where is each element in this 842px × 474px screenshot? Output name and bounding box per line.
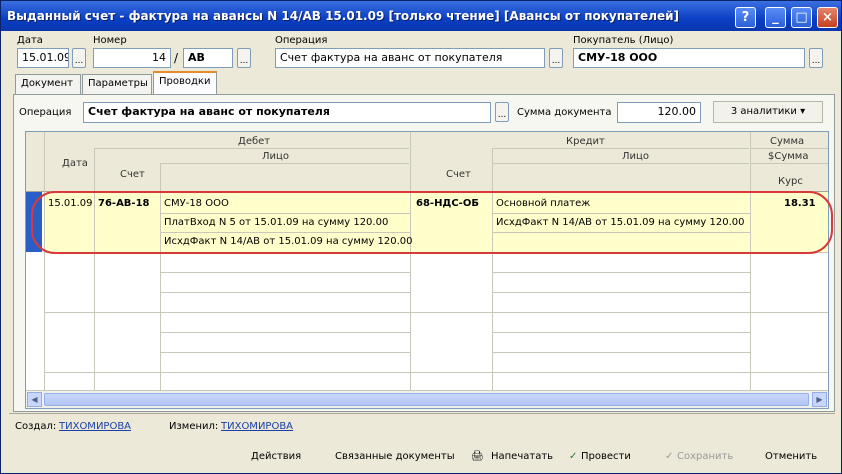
changed-label: Изменил:	[169, 421, 219, 432]
linked-documents-button[interactable]: Связанные документы	[335, 447, 455, 469]
doc-sum-field: 120.00	[617, 102, 701, 123]
buyer-picker-button[interactable]: ...	[809, 48, 823, 68]
tab-document[interactable]: Документ	[15, 74, 81, 94]
date-label: Дата	[17, 35, 43, 46]
changed-by-link[interactable]: ТИХОМИРОВА	[221, 421, 293, 432]
window-title: Выданный счет - фактура на авансы N 14/А…	[7, 9, 680, 23]
scrollbar-thumb[interactable]	[44, 393, 809, 406]
save-check-icon: ✓	[665, 451, 674, 462]
row-line	[160, 332, 410, 333]
number-picker-button[interactable]: ...	[237, 48, 251, 68]
entries-operation-picker-button[interactable]: ...	[495, 102, 509, 122]
actions-button[interactable]: Действия	[251, 447, 301, 469]
row-line	[492, 332, 750, 333]
number-suffix-field[interactable]: АВ	[183, 48, 233, 68]
col-debit-person-header: Лицо	[262, 151, 289, 162]
row-line	[492, 292, 750, 293]
save-button[interactable]: Сохранить	[677, 447, 733, 469]
tab-parameters[interactable]: Параметры	[82, 74, 152, 94]
row-line	[492, 272, 750, 273]
entries-grid[interactable]: Дата Дебет Счет Лицо Кредит Счет Лицо Су…	[25, 131, 829, 409]
col-credit-person-header: Лицо	[622, 151, 649, 162]
col-date-header: Дата	[62, 158, 88, 169]
grid-header	[26, 132, 828, 192]
number-label: Номер	[93, 35, 127, 46]
document-window: Выданный счет - фактура на авансы N 14/А…	[0, 0, 842, 474]
buyer-label: Покупатель (Лицо)	[573, 35, 674, 46]
footer-separator	[9, 413, 835, 414]
scroll-right-arrow-icon[interactable]: ▶	[812, 392, 827, 407]
maximize-button[interactable]: □	[791, 7, 812, 28]
col-debit-account-header: Счет	[120, 169, 145, 180]
doc-sum-label: Сумма документа	[517, 107, 612, 118]
row-line	[160, 352, 410, 353]
col-rate-header: Курс	[778, 176, 803, 187]
number-field[interactable]: 14	[93, 48, 171, 68]
col-divider	[750, 132, 751, 390]
post-button[interactable]: Провести	[581, 447, 631, 469]
close-button[interactable]: ×	[817, 7, 838, 28]
row-line	[44, 372, 828, 373]
row-line	[44, 312, 828, 313]
created-by-link[interactable]: ТИХОМИРОВА	[59, 421, 131, 432]
row-line	[160, 272, 410, 273]
row-line	[160, 292, 410, 293]
header-divider	[492, 148, 749, 149]
entries-operation-label: Операция	[19, 107, 72, 118]
title-bar[interactable]: Выданный счет - фактура на авансы N 14/А…	[1, 1, 841, 31]
date-field[interactable]: 15.01.09	[17, 48, 69, 68]
created-label: Создал:	[15, 421, 57, 432]
check-icon: ✓	[569, 451, 578, 462]
col-sum-currency-header: $Сумма	[768, 151, 809, 162]
col-credit-header: Кредит	[566, 136, 605, 147]
col-debit-header: Дебет	[238, 136, 271, 147]
header-divider	[492, 163, 749, 164]
annotation-oval	[31, 191, 833, 254]
operation-label: Операция	[275, 35, 328, 46]
col-divider	[44, 132, 45, 390]
horizontal-scrollbar[interactable]: ◀ ▶	[26, 390, 828, 408]
buyer-field[interactable]: СМУ-18 ООО	[573, 48, 805, 68]
header-divider	[750, 148, 828, 149]
scroll-left-arrow-icon[interactable]: ◀	[27, 392, 42, 407]
col-divider	[410, 132, 411, 390]
col-sum-header: Сумма	[770, 136, 805, 147]
header-divider	[94, 148, 409, 149]
tab-entries[interactable]: Проводки	[153, 71, 217, 95]
col-credit-account-header: Счет	[446, 169, 471, 180]
col-divider	[94, 148, 95, 390]
cancel-button[interactable]: Отменить	[765, 447, 817, 469]
operation-picker-button[interactable]: ...	[549, 48, 563, 68]
header-divider	[160, 163, 409, 164]
header-divider	[750, 163, 828, 164]
row-line	[492, 352, 750, 353]
minimize-button[interactable]: _	[765, 7, 786, 28]
entries-operation-field[interactable]: Счет фактура на аванс от покупателя	[83, 102, 491, 123]
help-button[interactable]: ?	[735, 7, 756, 28]
printer-icon: 🖨	[471, 451, 484, 462]
col-divider	[492, 148, 493, 390]
date-picker-button[interactable]: ...	[72, 48, 86, 68]
analytics-dropdown[interactable]: 3 аналитики ▾	[713, 101, 823, 123]
print-button[interactable]: Напечатать	[491, 447, 553, 469]
number-separator: /	[174, 51, 179, 65]
operation-field[interactable]: Счет фактура на аванс от покупателя	[275, 48, 545, 68]
